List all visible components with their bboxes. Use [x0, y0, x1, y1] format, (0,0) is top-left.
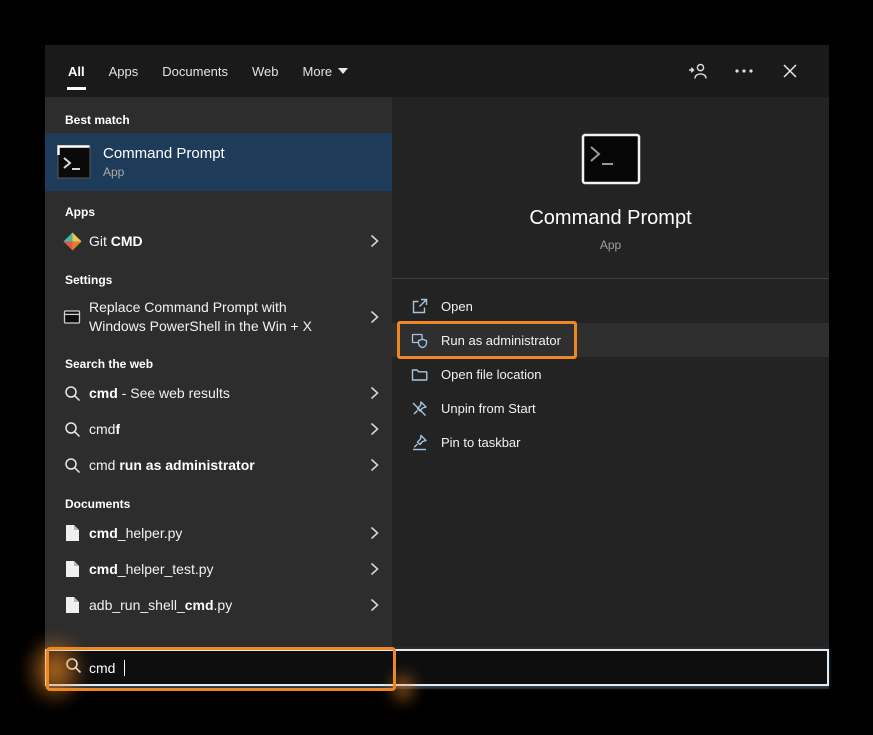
document-icon — [62, 596, 82, 614]
search-icon — [62, 385, 82, 402]
section-header-search-web: Search the web — [45, 357, 392, 371]
result-web-cmd-run-as-administrator[interactable]: cmd run as administrator — [45, 447, 392, 483]
result-label: cmd run as administrator — [89, 457, 255, 473]
results-panel: Best match Command Prompt App Apps — [45, 97, 392, 649]
search-query-text: cmd — [89, 660, 115, 676]
tab-all[interactable]: All — [68, 45, 85, 97]
document-icon — [62, 560, 82, 578]
tab-web[interactable]: Web — [252, 45, 279, 97]
chevron-right-icon — [370, 234, 379, 248]
start-search-window: All Apps Documents Web More — [45, 45, 829, 689]
chevron-right-icon — [370, 598, 379, 612]
tab-web-label: Web — [252, 64, 279, 79]
tab-more[interactable]: More — [303, 45, 349, 97]
best-match-text: Command Prompt App — [103, 145, 225, 179]
preview-subtitle: App — [600, 238, 621, 252]
result-doc-adb-run-shell-cmd[interactable]: adb_run_shell_cmd.py — [45, 587, 392, 623]
account-button[interactable] — [685, 58, 711, 84]
action-open[interactable]: Open — [392, 289, 829, 323]
chevron-right-icon — [370, 526, 379, 540]
chevron-right-icon — [370, 562, 379, 576]
section-header-settings: Settings — [45, 273, 392, 287]
document-icon — [62, 524, 82, 542]
action-open-file-location[interactable]: Open file location — [392, 357, 829, 391]
result-doc-cmd-helper-test[interactable]: cmd_helper_test.py — [45, 551, 392, 587]
system-window-icon — [62, 308, 82, 326]
search-icon — [65, 657, 82, 679]
action-unpin-from-start[interactable]: Unpin from Start — [392, 391, 829, 425]
admin-shield-icon — [411, 332, 428, 349]
result-best-match-command-prompt[interactable]: Command Prompt App — [45, 133, 392, 191]
preview-divider — [392, 278, 829, 279]
account-icon — [688, 62, 708, 80]
action-label: Run as administrator — [441, 333, 561, 348]
result-label: adb_run_shell_cmd.py — [89, 597, 232, 613]
result-label: cmd_helper.py — [89, 525, 182, 541]
command-prompt-icon-large — [581, 133, 641, 185]
pin-icon — [411, 434, 428, 451]
git-icon — [62, 232, 82, 251]
more-options-button[interactable] — [731, 58, 757, 84]
tab-documents-label: Documents — [162, 64, 228, 79]
result-replace-cmd-powershell[interactable]: Replace Command Prompt with Windows Powe… — [45, 291, 392, 343]
result-label: Git CMD — [89, 233, 143, 249]
unpin-icon — [411, 400, 428, 417]
result-label: cmd - See web results — [89, 385, 230, 401]
result-git-cmd[interactable]: Git CMD — [45, 223, 392, 259]
action-pin-to-taskbar[interactable]: Pin to taskbar — [392, 425, 829, 459]
tab-all-label: All — [68, 64, 85, 79]
action-label: Pin to taskbar — [441, 435, 521, 450]
result-web-cmdf[interactable]: cmdf — [45, 411, 392, 447]
chevron-right-icon — [370, 458, 379, 472]
preview-title: Command Prompt — [529, 207, 691, 230]
close-button[interactable] — [777, 58, 803, 84]
preview-hero: Command Prompt App — [392, 97, 829, 252]
screenshot-root: All Apps Documents Web More — [0, 0, 873, 735]
chevron-right-icon — [370, 310, 379, 324]
chevron-down-icon — [338, 68, 348, 74]
text-cursor — [124, 660, 125, 676]
preview-panel: Command Prompt App Open — [392, 97, 829, 649]
action-run-as-administrator[interactable]: Run as administrator — [392, 323, 829, 357]
tab-apps-label: Apps — [109, 64, 139, 79]
result-label: Replace Command Prompt with Windows Powe… — [89, 298, 329, 336]
folder-location-icon — [411, 366, 428, 383]
section-header-apps: Apps — [45, 205, 392, 219]
close-icon — [783, 64, 797, 78]
action-list: Open Run as administrator — [392, 289, 829, 459]
window-controls — [685, 45, 829, 97]
result-doc-cmd-helper[interactable]: cmd_helper.py — [45, 515, 392, 551]
tab-apps[interactable]: Apps — [109, 45, 139, 97]
search-bar[interactable]: cmd — [45, 649, 829, 686]
chevron-right-icon — [370, 422, 379, 436]
action-label: Open file location — [441, 367, 541, 382]
search-icon — [62, 421, 82, 438]
best-match-title: Command Prompt — [103, 145, 225, 162]
search-input[interactable]: cmd — [47, 657, 392, 679]
result-label: cmd_helper_test.py — [89, 561, 214, 577]
section-header-documents: Documents — [45, 497, 392, 511]
action-label: Open — [441, 299, 473, 314]
ellipsis-icon — [735, 69, 753, 73]
open-icon — [411, 298, 428, 315]
tab-more-label: More — [303, 64, 333, 79]
search-icon — [62, 457, 82, 474]
result-web-cmd[interactable]: cmd - See web results — [45, 375, 392, 411]
best-match-subtitle: App — [103, 165, 225, 179]
command-prompt-icon — [57, 145, 91, 179]
section-header-best-match: Best match — [45, 113, 392, 127]
result-label: cmdf — [89, 421, 120, 437]
filter-tabs: All Apps Documents Web More — [68, 45, 348, 97]
tab-documents[interactable]: Documents — [162, 45, 228, 97]
action-label: Unpin from Start — [441, 401, 536, 416]
chevron-right-icon — [370, 386, 379, 400]
search-filter-bar: All Apps Documents Web More — [45, 45, 829, 97]
